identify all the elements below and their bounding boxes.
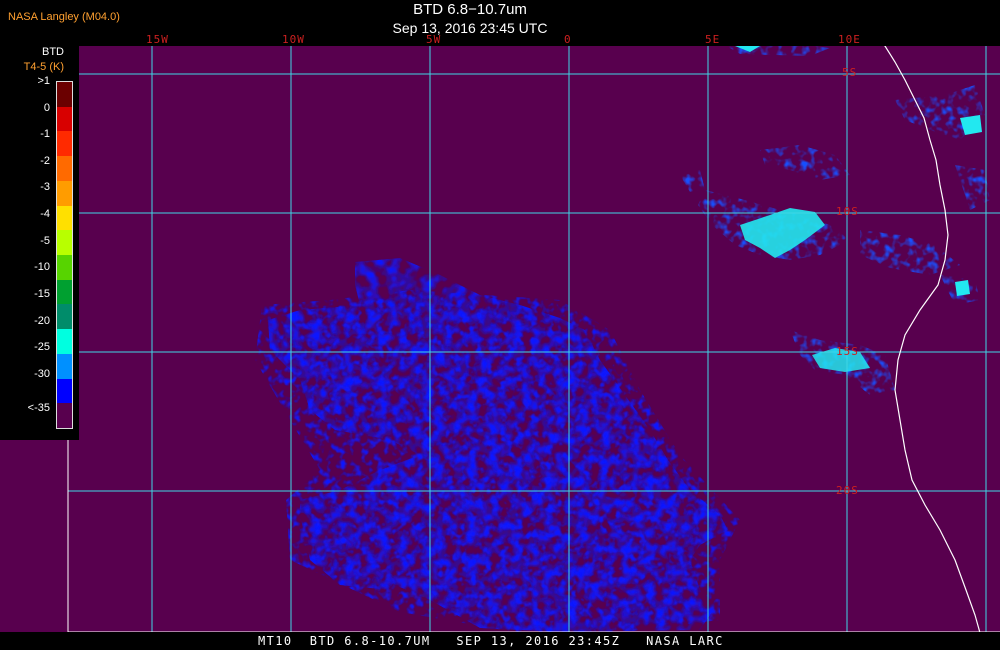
legend-frame xyxy=(56,81,73,429)
legend-quantity: BTD xyxy=(42,46,64,58)
lat-label-10s: 10S xyxy=(836,205,859,218)
lon-label-0: 0 xyxy=(564,33,572,46)
lon-label-10w: 10W xyxy=(282,33,305,46)
legend-tick-label: -4 xyxy=(40,208,50,221)
legend-tick-label: -20 xyxy=(34,314,50,327)
legend-tick-label: -1 xyxy=(40,128,50,141)
legend-tick-label: >1 xyxy=(37,75,50,87)
satellite-map xyxy=(0,0,1000,650)
legend-tick-label: 0 xyxy=(43,101,50,114)
legend-tick-label: <-35 xyxy=(27,402,50,415)
lon-label-5w: 5W xyxy=(426,33,442,46)
legend-tick-label: -15 xyxy=(34,287,50,300)
product-title: BTD 6.8−10.7um xyxy=(413,1,527,18)
lat-label-15s: 15S xyxy=(836,345,859,358)
lon-label-5e: 5E xyxy=(705,33,721,46)
legend-tick-label: -25 xyxy=(34,341,50,354)
footer-bar: MT10 BTD 6.8-10.7UM SEP 13, 2016 23:45Z … xyxy=(0,632,1000,650)
lat-label-20s: 20S xyxy=(836,484,859,497)
legend-tick-label: -10 xyxy=(34,261,50,274)
lon-label-10e: 10E xyxy=(838,33,861,46)
color-legend: BTD T4-5 (K) >1 0 -1 -2 -3 -4 -5 -10 -15 -20 -25 -3… xyxy=(0,44,79,440)
header-bar: NASA Langley (M04.0) BTD 6.8−10.7um Sep … xyxy=(0,0,1000,46)
legend-unit: T4-5 (K) xyxy=(23,61,64,73)
legend-tick-label: -30 xyxy=(34,367,50,380)
legend-tick-label: -3 xyxy=(40,181,50,194)
legend-tick-label: -5 xyxy=(40,234,50,247)
lon-label-15w: 15W xyxy=(146,33,169,46)
footer-caption: MT10 BTD 6.8-10.7UM SEP 13, 2016 23:45Z … xyxy=(258,634,724,648)
lat-label-5s: 5S xyxy=(842,66,858,79)
legend-tick-label: -2 xyxy=(40,154,50,167)
